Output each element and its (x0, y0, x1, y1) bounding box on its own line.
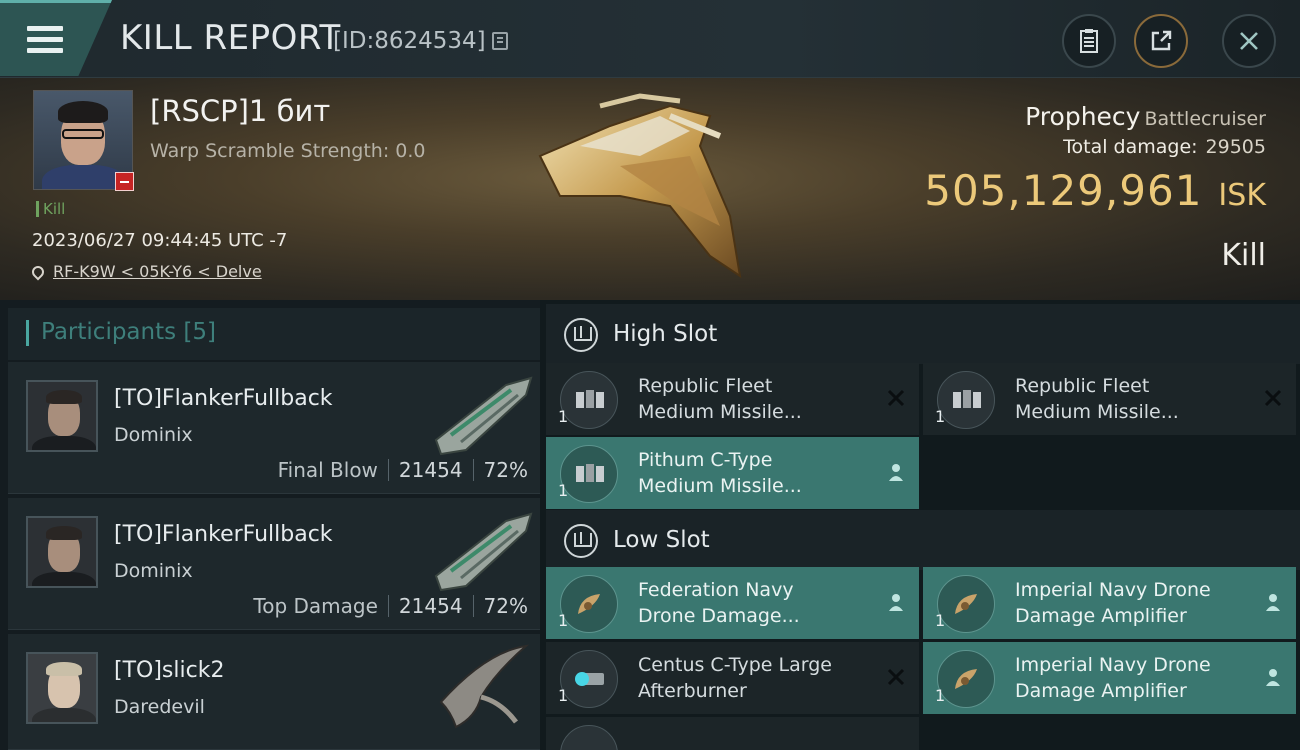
module-item[interactable]: 1 Republic Fleet Medium Missile... (923, 363, 1296, 435)
participant-ship-image (434, 376, 533, 456)
avatar[interactable] (26, 516, 98, 588)
close-button[interactable] (1222, 14, 1276, 68)
kill-location[interactable]: RF-K9W < 05K-Y6 < Delve (29, 262, 262, 281)
participant-name[interactable]: [TO]FlankerFullback (114, 522, 333, 547)
avatar[interactable] (26, 380, 98, 452)
destroyed-icon (887, 668, 905, 686)
victim-ship-image (538, 93, 742, 279)
participant-row[interactable]: i [TO]slick2 Daredevil (8, 634, 540, 750)
afterburner-icon (560, 650, 618, 708)
victim-ship[interactable]: Prophecy Battlecruiser (1025, 102, 1266, 131)
participant-stats: Top Damage 21454 72% (253, 594, 528, 618)
share-icon (1151, 30, 1172, 51)
participant-ship: Dominix (114, 560, 193, 582)
missile-launcher-icon (937, 371, 995, 429)
module-name: Centus C-Type Large Afterburner (638, 654, 832, 702)
low-slot-icon (564, 524, 598, 558)
module-item[interactable]: 1 Pithum C-Type Medium Missile... (546, 437, 919, 509)
drone-amplifier-icon (937, 575, 995, 633)
hamburger-icon (27, 26, 63, 59)
participant-ship: Dominix (114, 424, 193, 446)
clipboard-icon (1080, 29, 1098, 53)
high-slot-header: High Slot (546, 304, 1300, 364)
module-icon (560, 725, 618, 750)
ship-name: Prophecy (1025, 102, 1141, 131)
dropped-person-icon (1266, 594, 1280, 611)
fitting-panel: High Slot 1 Republic Fleet Medium Missile… (540, 300, 1300, 750)
missile-launcher-icon (560, 371, 618, 429)
info-icon: i (96, 718, 98, 724)
module-item[interactable]: 1 Centus C-Type Large Afterburner (546, 642, 919, 714)
location-pin-icon (29, 263, 47, 281)
module-item-partial[interactable] (546, 717, 919, 750)
participant-stats: Final Blow 21454 72% (277, 458, 528, 482)
kill-id: [ID:8624534] (333, 28, 486, 54)
standing-negative-icon (115, 172, 134, 191)
high-slot-icon (564, 318, 598, 352)
isk-value: 505,129,961 ISK (924, 166, 1266, 215)
dropped-person-icon (1266, 669, 1280, 686)
result-label: Kill (1221, 238, 1266, 273)
module-item[interactable]: 1 Imperial Navy Drone Damage Amplifier (923, 567, 1296, 639)
module-name: Federation Navy Drone Damage... (638, 579, 800, 627)
clipboard-button[interactable] (1062, 14, 1116, 68)
module-item[interactable]: 1 Federation Navy Drone Damage... (546, 567, 919, 639)
participant-ship: Daredevil (114, 696, 205, 718)
warp-scramble-strength: Warp Scramble Strength: 0.0 (150, 140, 426, 162)
low-slot-header: Low Slot (546, 510, 1300, 570)
participant-name[interactable]: [TO]slick2 (114, 658, 224, 683)
page-title: KILL REPORT (120, 18, 341, 58)
title-bar: KILL REPORT [ID:8624534] (0, 0, 1300, 78)
victim-banner: [RSCP]1 бит Warp Scramble Strength: 0.0 … (0, 78, 1300, 300)
module-name: Republic Fleet Medium Missile... (1015, 375, 1179, 423)
participant-ship-image (434, 512, 533, 592)
kill-tag: Kill (36, 201, 65, 217)
copy-icon[interactable] (492, 32, 508, 50)
victim-name[interactable]: [RSCP]1 бит (150, 94, 330, 128)
total-damage: Total damage: 29505 (1063, 136, 1266, 158)
module-item[interactable]: 1 Republic Fleet Medium Missile... (546, 363, 919, 435)
participant-row[interactable]: [TO]FlankerFullback Dominix Top Damage 21… (8, 498, 540, 630)
missile-launcher-icon (560, 445, 618, 503)
destroyed-icon (1264, 389, 1282, 407)
module-name: Imperial Navy Drone Damage Amplifier (1015, 579, 1211, 627)
drone-amplifier-icon (560, 575, 618, 633)
participants-header: Participants [5] (8, 308, 540, 360)
participant-name[interactable]: [TO]FlankerFullback (114, 386, 333, 411)
ship-class: Battlecruiser (1144, 108, 1266, 130)
participant-ship-image (439, 644, 530, 729)
avatar[interactable]: i (26, 652, 98, 724)
share-button[interactable] (1134, 14, 1188, 68)
kill-timestamp: 2023/06/27 09:44:45 UTC -7 (32, 230, 288, 251)
module-name: Imperial Navy Drone Damage Amplifier (1015, 654, 1211, 702)
dropped-person-icon (889, 594, 903, 611)
participant-row[interactable]: [TO]FlankerFullback Dominix Final Blow 21… (8, 362, 540, 494)
participants-panel: Participants [5] [TO]FlankerFullback Dom… (0, 300, 540, 750)
dropped-person-icon (889, 464, 903, 481)
close-icon (1240, 32, 1258, 50)
module-name: Pithum C-Type Medium Missile... (638, 449, 802, 497)
drone-amplifier-icon (937, 650, 995, 708)
module-item[interactable]: 1 Imperial Navy Drone Damage Amplifier (923, 642, 1296, 714)
menu-button[interactable] (0, 0, 112, 76)
module-name: Republic Fleet Medium Missile... (638, 375, 802, 423)
destroyed-icon (887, 389, 905, 407)
